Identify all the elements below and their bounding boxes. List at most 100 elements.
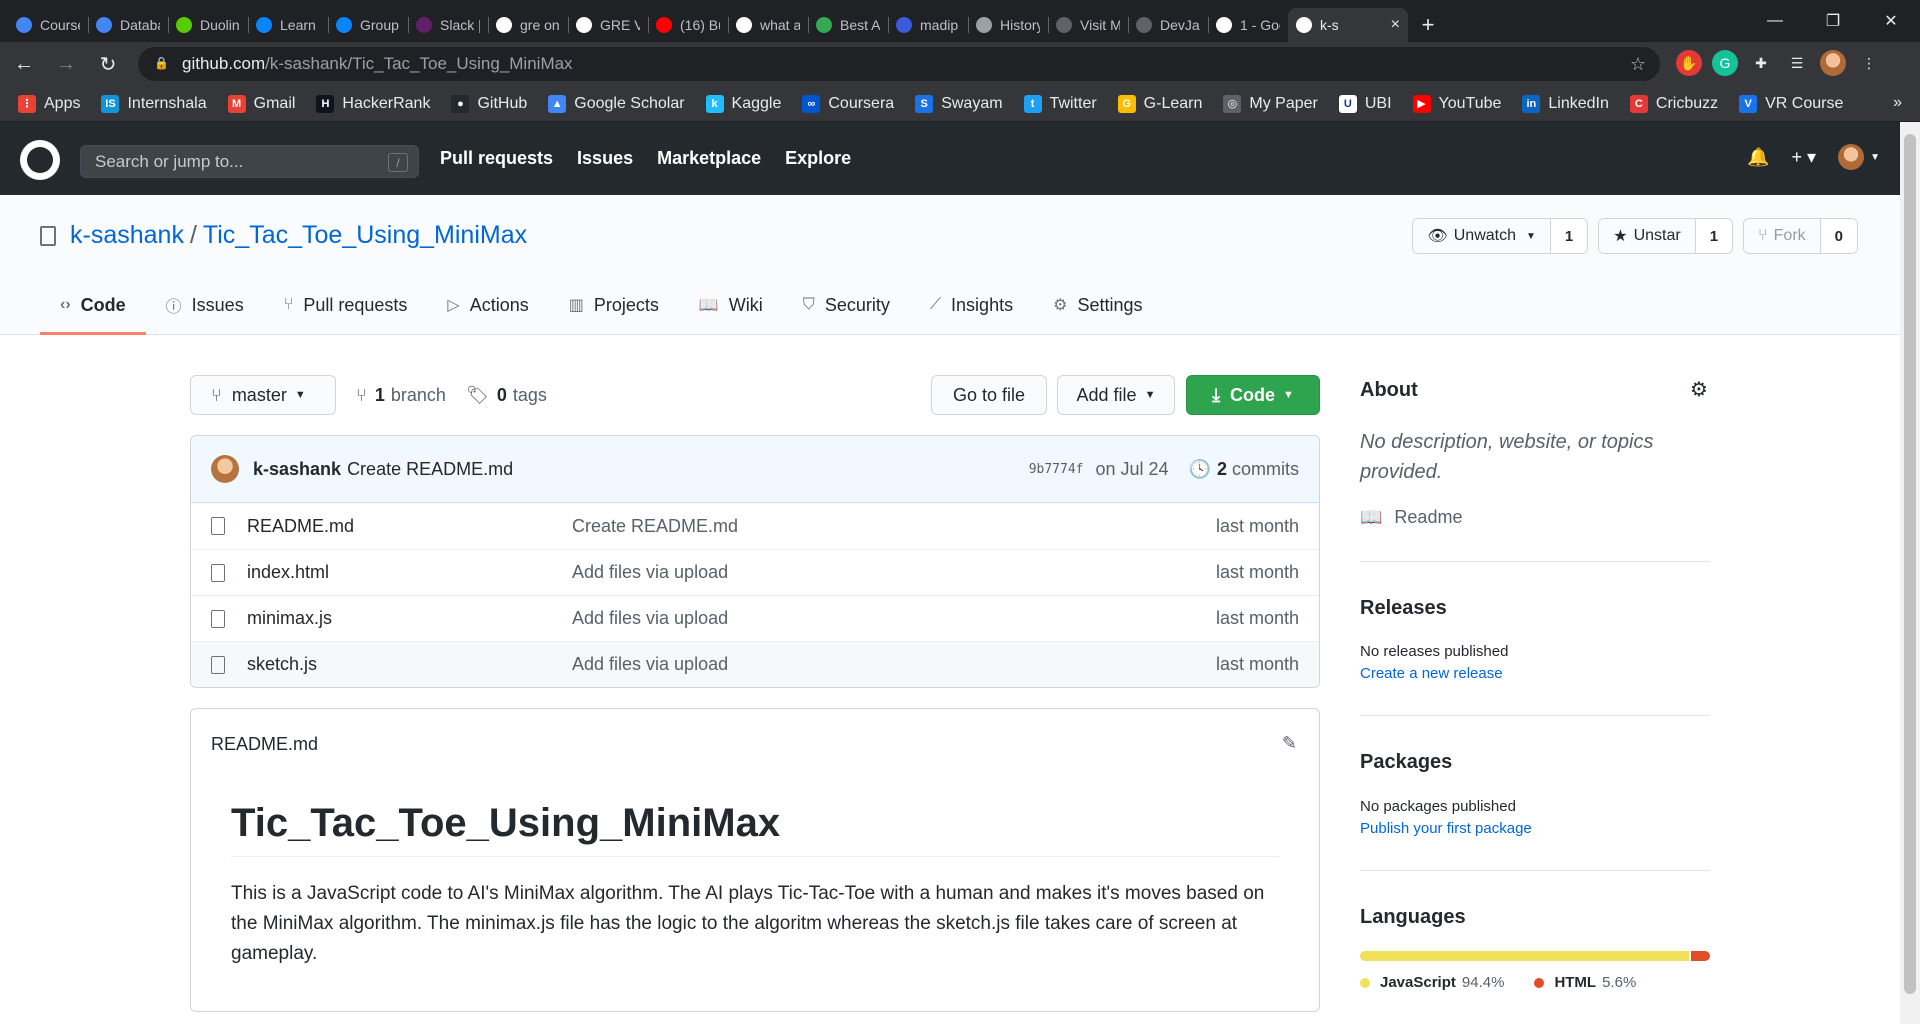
address-bar[interactable]: 🔒 github.com/k-sashank/Tic_Tac_Toe_Using… <box>138 47 1660 81</box>
page-scrollbar[interactable] <box>1900 122 1920 1024</box>
bookmark-item[interactable]: M Gmail <box>227 94 295 113</box>
unwatch-button[interactable]: 👁 Unwatch ▼ <box>1413 219 1550 253</box>
stargazers-count[interactable]: 1 <box>1694 219 1733 253</box>
tab-wiki[interactable]: 📖 Wiki <box>679 275 783 335</box>
bookmark-item[interactable]: ▲ Google Scholar <box>548 94 685 113</box>
bookmark-item[interactable]: G G-Learn <box>1117 94 1202 113</box>
bookmark-item[interactable]: S Swayam <box>915 94 1003 113</box>
profile-avatar[interactable] <box>1820 50 1846 76</box>
bookmark-item[interactable]: k Kaggle <box>705 94 781 113</box>
browser-tab[interactable]: 1 - Goo <box>1208 8 1288 42</box>
restore-button[interactable]: ❐ <box>1804 0 1862 42</box>
tags-link[interactable]: 🏷 0 tags <box>466 375 547 415</box>
user-menu[interactable]: ▼ <box>1838 144 1880 170</box>
repo-name-link[interactable]: Tic_Tac_Toe_Using_MiniMax <box>203 221 527 250</box>
file-name-link[interactable]: sketch.js <box>247 654 572 675</box>
commit-author-link[interactable]: k-sashank <box>253 459 341 480</box>
browser-tab[interactable]: Group <box>328 8 408 42</box>
branches-link[interactable]: ⑂ 1 branch <box>356 375 446 415</box>
adblock-extension-icon[interactable]: ✋ <box>1676 50 1702 76</box>
tab-actions[interactable]: ▷ Actions <box>427 275 548 335</box>
bookmarks-overflow-button[interactable]: » <box>1893 94 1902 112</box>
forward-button[interactable]: → <box>48 46 84 82</box>
scrollbar-thumb[interactable] <box>1904 134 1916 994</box>
create-release-link[interactable]: Create a new release <box>1360 665 1503 682</box>
file-name-link[interactable]: README.md <box>247 516 572 537</box>
extensions-puzzle-icon[interactable]: ✚ <box>1748 50 1774 76</box>
gear-icon[interactable]: ⚙ <box>1690 377 1708 402</box>
tab-security[interactable]: ⛉ Security <box>783 275 910 335</box>
back-button[interactable]: ← <box>6 46 42 82</box>
branch-select-button[interactable]: ⑂ master ▼ <box>190 375 336 415</box>
table-row[interactable]: index.html Add files via upload last month <box>191 549 1319 595</box>
commits-link[interactable]: 2 commits <box>1217 459 1299 480</box>
bookmark-item[interactable]: IS Internshala <box>101 94 207 113</box>
edit-pencil-icon[interactable]: ✎ <box>1282 733 1297 754</box>
file-commit-message-link[interactable]: Add files via upload <box>572 654 728 675</box>
bookmark-item[interactable]: in LinkedIn <box>1522 94 1609 113</box>
go-to-file-button[interactable]: Go to file <box>931 375 1047 415</box>
tab-insights[interactable]: ⟋ Insights <box>910 275 1033 335</box>
create-new-menu[interactable]: + ▾ <box>1792 147 1817 168</box>
browser-tab[interactable]: Duolin <box>168 8 248 42</box>
file-commit-message-link[interactable]: Add files via upload <box>572 562 728 583</box>
language-item[interactable]: JavaScript 94.4% <box>1360 974 1504 991</box>
browser-tab[interactable]: gre onl <box>488 8 568 42</box>
readme-link[interactable]: 📖 Readme <box>1360 507 1462 528</box>
bookmark-item[interactable]: U UBI <box>1338 94 1392 113</box>
nav-pull-requests[interactable]: Pull requests <box>440 148 553 169</box>
fork-button[interactable]: ⑂ Fork <box>1744 219 1820 253</box>
new-tab-button[interactable]: + <box>1408 8 1448 42</box>
table-row[interactable]: minimax.js Add files via upload last month <box>191 595 1319 641</box>
bookmark-item[interactable]: ◎ My Paper <box>1223 94 1318 113</box>
browser-tab-active[interactable]: k-s × <box>1288 8 1408 42</box>
bookmark-item[interactable]: ∞ Coursera <box>802 94 894 113</box>
commit-sha-link[interactable]: 9b7774f <box>1029 462 1084 477</box>
table-row[interactable]: sketch.js Add files via upload last month <box>191 641 1319 687</box>
nav-marketplace[interactable]: Marketplace <box>657 148 761 169</box>
bookmark-item[interactable]: ● GitHub <box>451 94 527 113</box>
publish-package-link[interactable]: Publish your first package <box>1360 820 1532 837</box>
close-tab-icon[interactable]: × <box>1391 16 1400 34</box>
add-file-button[interactable]: Add file ▼ <box>1057 375 1175 415</box>
nav-explore[interactable]: Explore <box>785 148 851 169</box>
browser-tab[interactable]: Databa <box>88 8 168 42</box>
browser-tab[interactable]: madip <box>888 8 968 42</box>
packages-heading[interactable]: Packages <box>1360 751 1452 774</box>
bookmark-item[interactable]: V VR Course <box>1739 94 1843 113</box>
reading-list-icon[interactable]: ☰ <box>1784 50 1810 76</box>
browser-tab[interactable]: Best Ar <box>808 8 888 42</box>
browser-tab[interactable]: GRE Ve <box>568 8 648 42</box>
nav-issues[interactable]: Issues <box>577 148 633 169</box>
tab-projects[interactable]: ▥ Projects <box>549 275 679 335</box>
unstar-button[interactable]: ★ Unstar <box>1599 219 1695 253</box>
window-close-button[interactable]: ✕ <box>1862 0 1920 42</box>
tab-pull-requests[interactable]: ⑂ Pull requests <box>264 275 428 335</box>
chrome-menu-icon[interactable]: ⋮ <box>1856 50 1882 76</box>
github-logo-icon[interactable] <box>20 140 60 180</box>
search-input[interactable]: Search or jump to... / <box>80 145 419 178</box>
browser-tab[interactable]: History <box>968 8 1048 42</box>
file-name-link[interactable]: minimax.js <box>247 608 572 629</box>
bookmark-item[interactable]: C Cricbuzz <box>1629 94 1718 113</box>
bookmark-item[interactable]: H HackerRank <box>316 94 430 113</box>
table-row[interactable]: README.md Create README.md last month <box>191 503 1319 549</box>
code-download-button[interactable]: ⤓ Code ▼ <box>1186 375 1320 415</box>
commit-message-link[interactable]: Create README.md <box>347 459 513 480</box>
releases-heading[interactable]: Releases <box>1360 597 1447 620</box>
notifications-bell-icon[interactable]: 🔔 <box>1747 147 1769 168</box>
lock-icon[interactable]: 🔒 <box>154 56 169 72</box>
file-commit-message-link[interactable]: Add files via upload <box>572 608 728 629</box>
reload-button[interactable]: ↻ <box>90 46 126 82</box>
file-name-link[interactable]: index.html <box>247 562 572 583</box>
minimize-button[interactable]: — <box>1746 0 1804 42</box>
forks-count[interactable]: 0 <box>1819 219 1857 253</box>
browser-tab[interactable]: Visit M <box>1048 8 1128 42</box>
tab-settings[interactable]: ⚙ Settings <box>1033 275 1162 335</box>
bookmark-item[interactable]: ▶ YouTube <box>1412 94 1501 113</box>
tab-issues[interactable]: ⓘ Issues <box>146 275 264 335</box>
browser-tab[interactable]: Learn I <box>248 8 328 42</box>
bookmark-item[interactable]: t Twitter <box>1023 94 1097 113</box>
bookmark-star-icon[interactable]: ☆ <box>1630 54 1646 75</box>
watchers-count[interactable]: 1 <box>1549 219 1588 253</box>
